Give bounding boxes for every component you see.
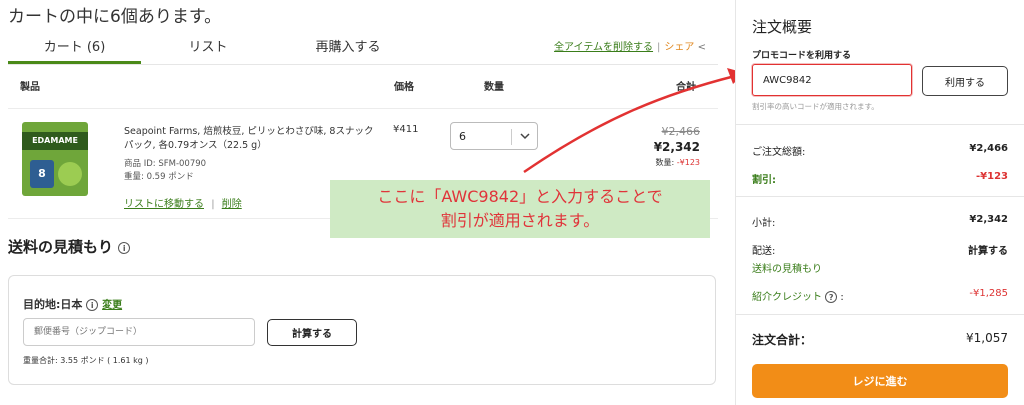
cart-tabs: カート (6) リスト 再購入する 全アイテムを削除する | シェア < [8, 36, 718, 64]
info-icon[interactable]: i [118, 241, 131, 254]
product-image[interactable]: EDAMAME 8 [22, 122, 88, 196]
annotation-callout: ここに「AWC9842」と入力することで 割引が適用されます。 [330, 180, 710, 238]
shipping-row: 配送: 計算する [752, 246, 1008, 257]
tabs-divider [8, 64, 718, 65]
zip-code-input[interactable] [23, 318, 255, 346]
info-icon[interactable]: i [86, 299, 99, 311]
item-discount: 数量: -¥123 [655, 158, 701, 167]
remove-all-link[interactable]: 全アイテムを削除する [554, 42, 653, 53]
delete-link[interactable]: 削除 [222, 199, 242, 210]
order-total-row: ご注文総額: ¥2,466 [752, 143, 1008, 158]
calculate-shipping-button[interactable]: 計算する [267, 319, 357, 346]
table-header: 製品 価格 数量 [8, 78, 718, 98]
edamame-pod-icon [58, 162, 82, 186]
shipping-estimate-link[interactable]: 送料の見積もり [752, 260, 822, 275]
order-summary: 注文概要 プロモコードを利用する 利用する 割引率の高いコードが適用されます。 … [735, 0, 1024, 405]
cart-title: カートの中に6個あります。 [8, 7, 222, 27]
quantity-value: 6 [459, 130, 466, 143]
promo-code-input[interactable] [752, 64, 912, 96]
total-discounted: ¥2,342 [653, 140, 700, 154]
tab-actions: 全アイテムを削除する | シェア < [554, 42, 706, 53]
product-actions: リストに移動する | 削除 [124, 199, 242, 210]
tab-rebuy[interactable]: 再購入する [288, 36, 408, 64]
header-product: 製品 [20, 82, 40, 93]
referral-credit-link[interactable]: 紹介クレジット [752, 292, 822, 303]
header-total: 合計 [676, 82, 696, 93]
subtotal-row: 小計: ¥2,342 [752, 214, 1008, 229]
share-link[interactable]: シェア [664, 42, 694, 53]
cart-panel: カートの中に6個あります。 カート (6) リスト 再購入する 全アイテムを削除… [0, 0, 728, 405]
apply-promo-button[interactable]: 利用する [922, 66, 1008, 96]
product-name[interactable]: Seapoint Farms, 焙煎枝豆, ピリッとわさび味, 8スナックパック… [124, 125, 382, 153]
shipping-weight-total: 重量合計: 3.55 ポンド ( 1.61 kg ) [23, 356, 149, 365]
header-qty: 数量 [484, 82, 504, 93]
header-price: 価格 [394, 82, 414, 93]
quantity-select[interactable]: 6 [450, 122, 538, 150]
shipping-estimate-row: 送料の見積もり [752, 260, 1008, 276]
tab-cart[interactable]: カート (6) [8, 36, 141, 64]
unit-price: ¥411 [393, 124, 419, 135]
tab-list[interactable]: リスト [158, 36, 258, 64]
destination: 目的地:日本 i 変更 [23, 298, 123, 311]
promo-label: プロモコードを利用する [752, 51, 852, 61]
move-to-list-link[interactable]: リストに移動する [124, 199, 204, 210]
discount-row: 割引: -¥123 [752, 171, 1008, 186]
chevron-down-icon [519, 127, 531, 148]
referral-row: 紹介クレジット ? : -¥1,285 [752, 288, 1008, 303]
product-id: 商品 ID: SFM-00790 [124, 159, 207, 169]
promo-note: 割引率の高いコードが適用されます。 [752, 102, 879, 111]
total-original: ¥2,466 [661, 125, 701, 138]
product-image-band: EDAMAME [22, 132, 88, 150]
change-destination-link[interactable]: 変更 [102, 300, 122, 311]
product-weight: 重量: 0.59 ポンド [124, 172, 194, 182]
help-icon[interactable]: ? [825, 291, 838, 303]
share-icon[interactable]: < [698, 42, 706, 53]
order-summary-title: 注文概要 [752, 18, 813, 36]
grand-total-row: 注文合計： ¥1,057 [752, 331, 1008, 347]
shipping-estimate-box: 目的地:日本 i 変更 計算する 重量合計: 3.55 ポンド ( 1.61 k… [8, 275, 716, 385]
checkout-button[interactable]: レジに進む [752, 364, 1008, 398]
table-divider [8, 108, 718, 109]
shipping-estimate-title: 送料の見積もり i [8, 236, 131, 257]
product-image-pack: 8 [30, 160, 54, 188]
